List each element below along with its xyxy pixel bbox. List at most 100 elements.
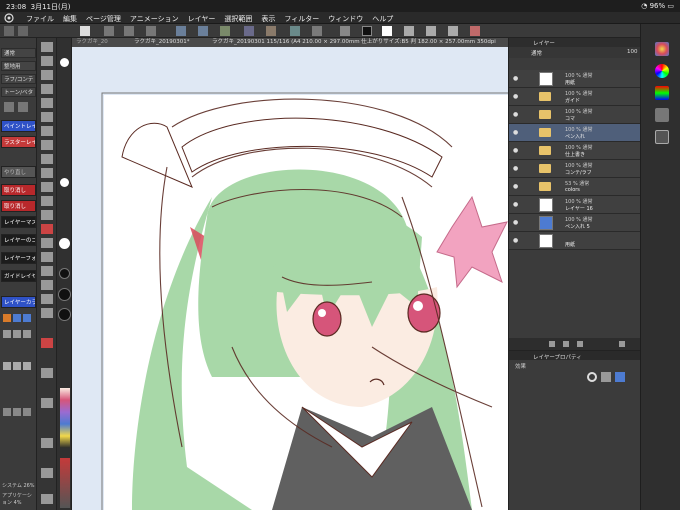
layer-row[interactable]: ● 100 % 通常 ペン入れ 5	[509, 214, 641, 232]
hand-tool-icon[interactable]	[41, 294, 53, 304]
transform-icon[interactable]	[176, 26, 186, 36]
duplicate-layer-button[interactable]: レイヤーのコピー	[1, 234, 36, 246]
brush-size-dot[interactable]	[59, 238, 70, 249]
eye-icon[interactable]: ●	[513, 111, 519, 118]
layer-mask-button[interactable]: レイヤーマスク	[1, 216, 36, 228]
layer-row[interactable]: ● 100 % 通常 レイヤー 16	[509, 196, 641, 214]
new-icon[interactable]	[4, 26, 14, 36]
new-layer-icon[interactable]	[549, 341, 555, 347]
fill-tool-icon[interactable]	[41, 126, 53, 136]
eye-icon[interactable]: ●	[513, 129, 519, 136]
border-effect-icon[interactable]	[587, 372, 597, 382]
layer-folder-button[interactable]: レイヤーフォルダ	[1, 252, 36, 264]
new-folder-icon[interactable]	[563, 341, 569, 347]
hand-icon[interactable]	[18, 102, 28, 112]
blend-mode-select[interactable]: 通常	[531, 49, 542, 57]
layer-color-button[interactable]: レイヤーカラー	[1, 296, 36, 308]
eye-icon[interactable]: ●	[513, 219, 519, 226]
delete-tool-icon[interactable]	[41, 338, 53, 348]
menu-window[interactable]: ウィンドウ	[328, 14, 363, 24]
undo-button-2[interactable]: 取り消し	[1, 200, 36, 212]
grid-icon[interactable]	[3, 330, 11, 338]
redo-icon[interactable]	[124, 26, 134, 36]
palette-icon[interactable]	[3, 314, 11, 322]
settings-tool-icon[interactable]	[41, 494, 53, 504]
trash-icon[interactable]	[619, 341, 625, 347]
menu-filter[interactable]: フィルター	[284, 14, 319, 24]
undo-icon[interactable]	[104, 26, 114, 36]
deselect-icon[interactable]	[312, 26, 322, 36]
save-icon[interactable]	[80, 26, 90, 36]
tone-effect-icon[interactable]	[601, 372, 611, 382]
frame-tool-icon[interactable]	[41, 168, 53, 178]
balloon-tool-icon[interactable]	[41, 210, 53, 220]
material-icon[interactable]	[655, 130, 669, 144]
app-logo-icon[interactable]	[4, 13, 14, 23]
settings-icon[interactable]	[470, 26, 480, 36]
layer-tool-icon[interactable]	[41, 468, 53, 478]
brush-size-dot[interactable]	[59, 268, 70, 279]
eye-icon[interactable]: ●	[513, 201, 519, 208]
approximate-color-icon[interactable]	[655, 108, 669, 122]
color-set-icon[interactable]	[655, 86, 669, 100]
color-effect-icon[interactable]	[615, 372, 625, 382]
scale-icon[interactable]	[220, 26, 230, 36]
drawing-canvas[interactable]	[72, 47, 508, 510]
select-icon[interactable]	[290, 26, 300, 36]
pen-tool-icon[interactable]	[41, 42, 53, 52]
figure-tool-icon[interactable]	[41, 154, 53, 164]
redo-button[interactable]: やり直し	[1, 166, 36, 178]
fill-icon[interactable]	[266, 26, 276, 36]
text-tool-icon[interactable]	[41, 196, 53, 206]
menu-view[interactable]: 表示	[261, 14, 275, 24]
new-raster-layer-button[interactable]: ラスターレイヤー	[1, 136, 36, 148]
layer-row[interactable]: ● 100 % 通常 用紙	[509, 70, 641, 88]
brush-size-dot[interactable]	[60, 178, 69, 187]
color-history-strip[interactable]	[60, 388, 70, 448]
layer-row[interactable]: ● 53 % 通常 colors	[509, 178, 641, 196]
brush-preset-rough[interactable]: ラフ/コンテ	[1, 74, 36, 84]
airbrush-tool-icon[interactable]	[41, 84, 53, 94]
vector-tool-icon[interactable]	[41, 438, 53, 448]
film-icon[interactable]	[3, 362, 11, 370]
select-tool-icon[interactable]	[41, 252, 53, 262]
flip-icon[interactable]	[244, 26, 254, 36]
layer-row[interactable]: ● 用紙	[509, 232, 641, 250]
clear-icon[interactable]	[146, 26, 156, 36]
eyedropper-icon[interactable]	[4, 102, 14, 112]
layer-icon-2[interactable]	[23, 314, 31, 322]
menu-animation[interactable]: アニメーション	[130, 14, 179, 24]
grid-icon-3[interactable]	[23, 330, 31, 338]
brush-preset-normal[interactable]: 通常	[1, 48, 36, 58]
lasso-tool-icon[interactable]	[41, 266, 53, 276]
blend-tool-icon[interactable]	[41, 112, 53, 122]
color-wheel-icon[interactable]	[655, 42, 669, 56]
film-icon-2[interactable]	[13, 362, 21, 370]
brush-tool-icon[interactable]	[41, 70, 53, 80]
color-history-strip-2[interactable]	[60, 458, 70, 508]
guide-layer-button[interactable]: ガイドレイヤー	[1, 270, 36, 282]
canvas-tab-2[interactable]: ラクガキ_20190301*	[134, 38, 190, 47]
brush-size-dot[interactable]	[60, 58, 69, 67]
eye-icon[interactable]: ●	[513, 165, 519, 172]
eye-icon[interactable]: ●	[513, 147, 519, 154]
brush-size-dot[interactable]	[58, 288, 71, 301]
opacity-value[interactable]: 100	[627, 49, 638, 55]
pencil-tool-icon[interactable]	[41, 56, 53, 66]
eye-icon[interactable]: ●	[513, 183, 519, 190]
menu-layer[interactable]: レイヤー	[188, 14, 216, 24]
brush-preset-cleanup[interactable]: 整地用	[1, 61, 36, 71]
eye-icon[interactable]: ●	[513, 75, 519, 82]
snap-icon[interactable]	[448, 26, 458, 36]
mask-icon[interactable]	[577, 341, 583, 347]
move-icon[interactable]	[198, 26, 208, 36]
brush-size-dot[interactable]	[58, 308, 71, 321]
layer-row[interactable]: ● 100 % 通常 仕上書き	[509, 142, 641, 160]
ruler-icon[interactable]	[340, 26, 350, 36]
film-icon-3[interactable]	[23, 362, 31, 370]
rotate-icon[interactable]	[426, 26, 436, 36]
sub-color-swatch[interactable]	[382, 26, 392, 36]
grid-icon-2[interactable]	[13, 330, 21, 338]
main-color-swatch[interactable]	[362, 26, 372, 36]
menu-edit[interactable]: 編集	[63, 14, 77, 24]
